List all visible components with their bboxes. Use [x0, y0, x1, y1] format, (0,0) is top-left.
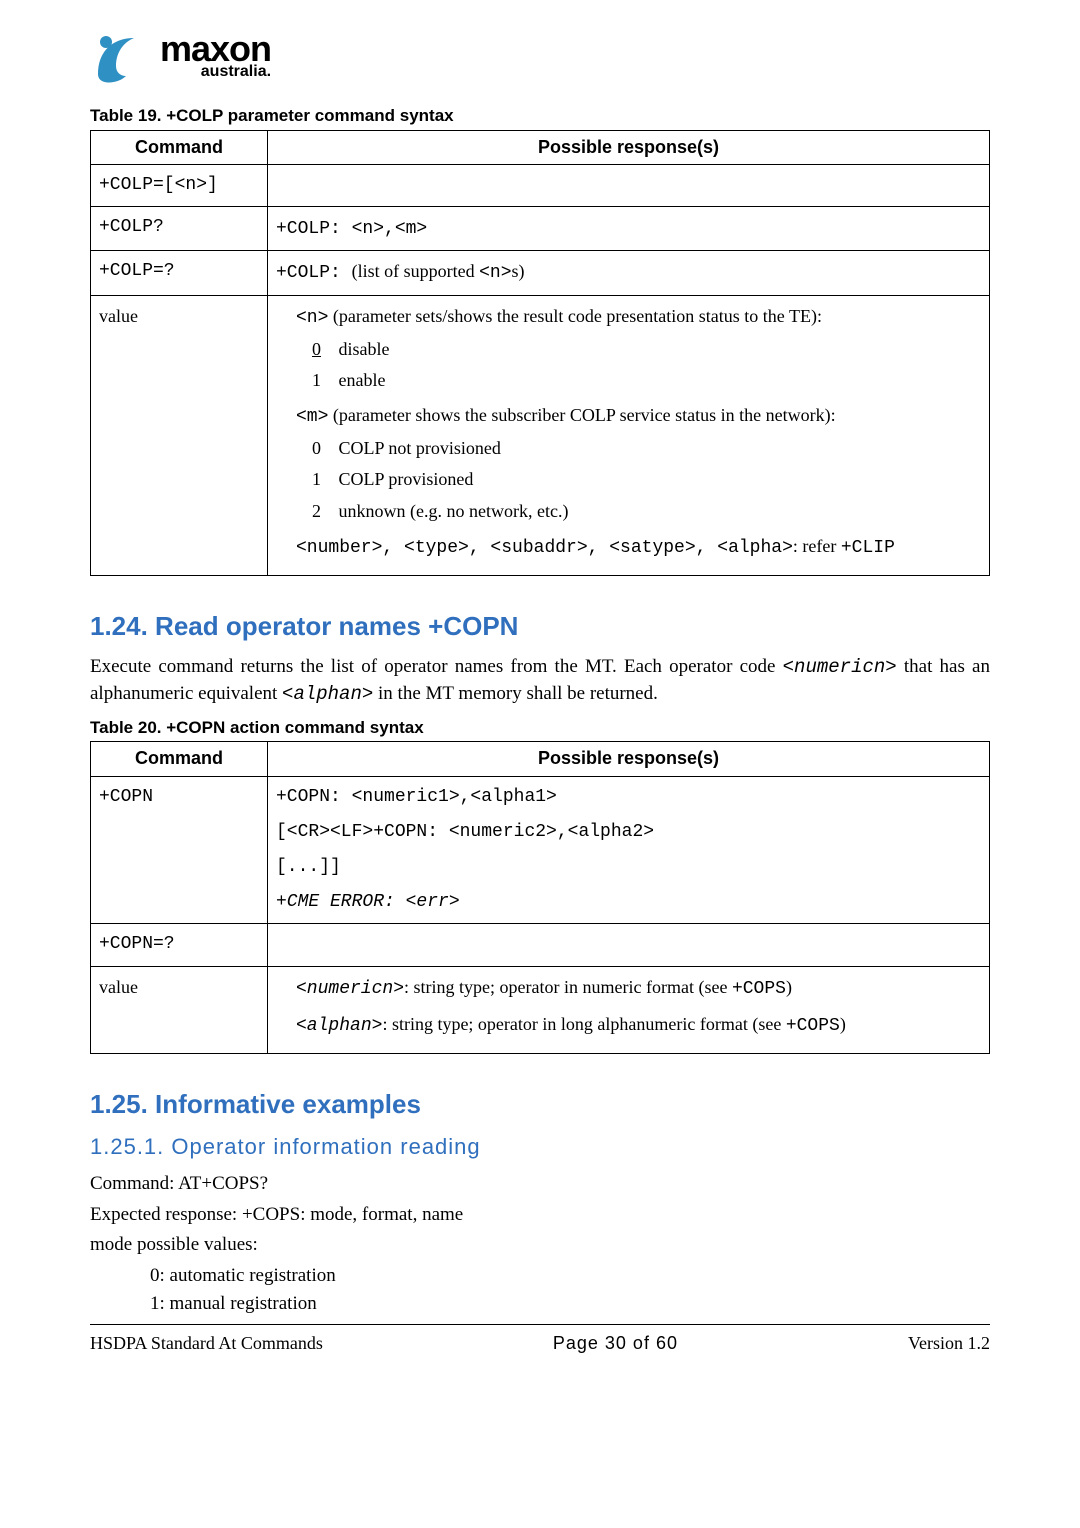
- footer-left: HSDPA Standard At Commands: [90, 1331, 323, 1356]
- cmd-cell: +COLP?: [91, 207, 268, 251]
- cmd-cell: +COPN: [91, 776, 268, 924]
- footer-center: Page 30 of 60: [553, 1331, 678, 1356]
- param-refer: <number>, <type>, <subaddr>, <satype>, <…: [296, 538, 793, 558]
- page-footer: HSDPA Standard At Commands Page 30 of 60…: [90, 1331, 990, 1356]
- cmd-cell: +COLP=?: [91, 251, 268, 295]
- table20-caption: Table 20. +COPN action command syntax: [90, 716, 990, 740]
- table20: Command Possible response(s) +COPN +COPN…: [90, 741, 990, 1054]
- section-1-24-heading: 1.24. Read operator names +COPN: [90, 608, 990, 644]
- table-row: +COLP? +COLP: <n>,<m>: [91, 207, 990, 251]
- param-alphann: <alphan>: [296, 1016, 382, 1036]
- example-expected: Expected response: +COPS: mode, format, …: [90, 1202, 990, 1229]
- footer-rule: [90, 1324, 990, 1325]
- resp-cell: [268, 924, 990, 966]
- cmd-cell: +COLP=[<n>]: [91, 164, 268, 206]
- cmd-cell: +COPN=?: [91, 924, 268, 966]
- value-cell: <n> (parameter sets/shows the result cod…: [268, 295, 990, 576]
- table20-head-response: Possible response(s): [268, 742, 990, 776]
- value-cell: <numericn>: string type; operator in num…: [268, 966, 990, 1053]
- param-numericn: <numericn>: [296, 979, 404, 999]
- param-n: <n>: [296, 308, 328, 328]
- section-1-25-1-heading: 1.25.1. Operator information reading: [90, 1132, 990, 1163]
- param-m: <m>: [296, 407, 328, 427]
- table20-head-command: Command: [91, 742, 268, 776]
- footer-right: Version 1.2: [908, 1331, 990, 1356]
- mode-value-1: 1: manual registration: [150, 1291, 990, 1318]
- section-1-24-paragraph: Execute command returns the list of oper…: [90, 654, 990, 707]
- table-row: value <numericn>: string type; operator …: [91, 966, 990, 1053]
- example-command: Command: AT+COPS?: [90, 1171, 990, 1198]
- table-row: +COPN +COPN: <numeric1>,<alpha1> [<CR><L…: [91, 776, 990, 924]
- table19-head-command: Command: [91, 130, 268, 164]
- resp-cell: +COLP: <n>,<m>: [268, 207, 990, 251]
- value-label: value: [91, 966, 268, 1053]
- table19: Command Possible response(s) +COLP=[<n>]…: [90, 130, 990, 576]
- table19-head-response: Possible response(s): [268, 130, 990, 164]
- logo-swoosh-icon: [90, 30, 146, 86]
- mode-value-0: 0: automatic registration: [150, 1263, 990, 1290]
- value-label: value: [91, 295, 268, 576]
- mode-values-label: mode possible values:: [90, 1232, 990, 1259]
- brand-logo: maxon australia.: [90, 30, 990, 86]
- resp-cell: +COPN: <numeric1>,<alpha1> [<CR><LF>+COP…: [268, 776, 990, 924]
- resp-cell: +COLP: (list of supported <n>s): [268, 251, 990, 295]
- table19-caption: Table 19. +COLP parameter command syntax: [90, 104, 990, 128]
- table-row: +COLP=[<n>]: [91, 164, 990, 206]
- resp-cell: [268, 164, 990, 206]
- table-row: +COPN=?: [91, 924, 990, 966]
- section-1-25-heading: 1.25. Informative examples: [90, 1086, 990, 1122]
- table-row: +COLP=? +COLP: (list of supported <n>s): [91, 251, 990, 295]
- table-row: value <n> (parameter sets/shows the resu…: [91, 295, 990, 576]
